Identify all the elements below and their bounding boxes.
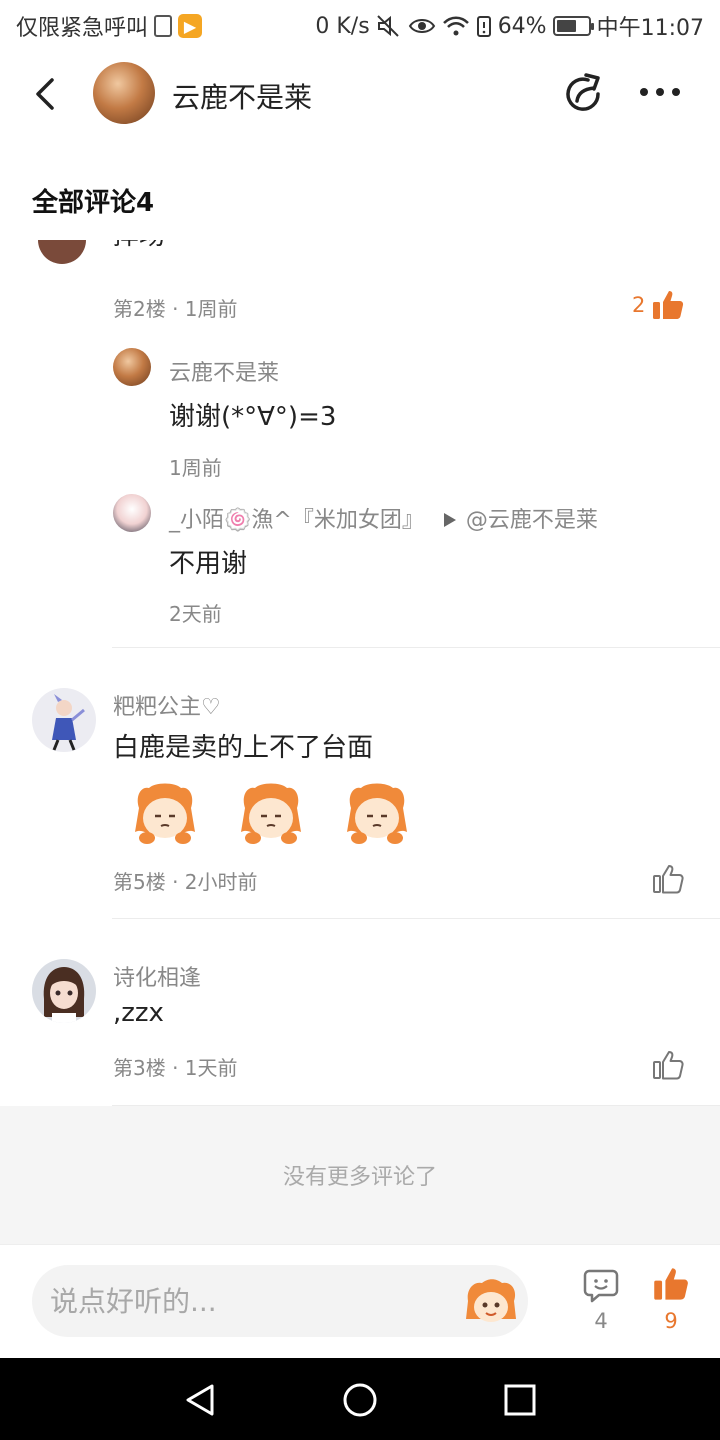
comment-text: 摔场 (113, 240, 165, 264)
triangle-back-icon (186, 1384, 214, 1416)
thumbs-up-icon (653, 865, 684, 894)
comment-meta: 第2楼 · 1周前 (113, 297, 238, 321)
reply-author[interactable]: _小陌🍥漁^『米加女团』 (169, 508, 424, 533)
status-bar: 仅限紧急呼叫 ▶ 0 K/s 64% 中午11:07 (0, 0, 720, 50)
battery-alert-icon (476, 14, 492, 38)
back-button[interactable] (28, 74, 64, 114)
dot-icon (640, 88, 648, 96)
avatar[interactable] (38, 240, 86, 264)
eye-icon (408, 14, 436, 38)
circle-home-icon (343, 1383, 377, 1417)
like-count: 9 (664, 1309, 678, 1333)
nav-back-button[interactable] (180, 1380, 220, 1420)
reply-text: 不用谢 (169, 549, 248, 579)
document-icon (154, 15, 173, 37)
avatar[interactable] (32, 688, 96, 752)
sticker-icon (135, 783, 195, 844)
reply-mention[interactable]: @云鹿不是莱 (466, 508, 598, 533)
reply-time: 2天前 (169, 602, 222, 626)
comment-text: 白鹿是卖的上不了台面 (113, 733, 374, 763)
mute-icon (376, 14, 402, 38)
thumbs-up-filled-icon (653, 291, 684, 319)
emoji-button[interactable] (462, 1277, 520, 1327)
like-button[interactable]: 2 (632, 288, 685, 322)
sticker-icon (241, 783, 301, 844)
battery-percent: 64% (497, 13, 547, 39)
share-icon (566, 73, 600, 111)
dot-icon (672, 88, 680, 96)
battery-fill (556, 20, 576, 32)
divider (112, 647, 720, 648)
author-name[interactable]: 云鹿不是莱 (172, 76, 312, 116)
comment-bubble-icon (583, 1269, 619, 1303)
comments-button[interactable]: 4 (578, 1267, 624, 1347)
like-button[interactable] (651, 1048, 685, 1082)
comment-author[interactable]: 粑粑公主♡ (113, 689, 221, 721)
reply-text: 谢谢(*°∀°)=3 (169, 402, 337, 432)
dot-icon (656, 88, 664, 96)
nav-recents-button[interactable] (500, 1380, 540, 1420)
more-options-button[interactable] (640, 80, 688, 104)
square-recents-icon (504, 1384, 536, 1416)
network-speed: 0 K/s (315, 13, 370, 39)
thumbs-up-icon (653, 1051, 684, 1080)
battery-icon (552, 16, 594, 36)
status-bar-left: 仅限紧急呼叫 ▶ (16, 10, 203, 42)
mascot-emoji-icon (466, 1279, 516, 1322)
avatar[interactable] (32, 959, 96, 1023)
all-comments-title: 全部评论4 (32, 188, 155, 218)
video-app-icon: ▶ (178, 14, 203, 38)
header: 云鹿不是莱 (0, 52, 720, 132)
comment-meta: 第3楼 · 1天前 (113, 1056, 238, 1080)
reply-author-line: _小陌🍥漁^『米加女团』 @云鹿不是莱 (169, 502, 598, 534)
comment-count: 4 (594, 1309, 608, 1333)
thumbs-up-filled-icon (654, 1268, 688, 1300)
like-post-button[interactable]: 9 (648, 1265, 694, 1347)
nav-home-button[interactable] (340, 1380, 380, 1420)
reply-avatar[interactable] (113, 348, 151, 386)
carrier-text: 仅限紧急呼叫 (16, 16, 149, 41)
comment-author[interactable]: 诗化相逢 (113, 960, 201, 992)
no-more-text: 没有更多评论了 (282, 1165, 437, 1190)
clock: 中午11:07 (596, 16, 704, 41)
no-more-comments: 没有更多评论了 (0, 1106, 720, 1244)
bottom-bar: 4 9 (0, 1244, 720, 1358)
wifi-icon (442, 14, 470, 38)
share-button[interactable] (562, 72, 606, 116)
author-avatar[interactable] (93, 62, 155, 124)
play-arrow-icon (443, 513, 456, 527)
reply-author[interactable]: 云鹿不是莱 (169, 355, 279, 387)
like-count: 2 (632, 293, 646, 317)
avatar-figure (52, 694, 85, 751)
status-bar-right: 0 K/s 64% 中午11:07 (315, 10, 704, 42)
reply-avatar[interactable] (113, 494, 151, 532)
like-button[interactable] (651, 862, 685, 896)
comment-text: ,zzx (113, 998, 164, 1028)
sticker-icon (347, 783, 407, 844)
comment-input[interactable] (32, 1265, 528, 1337)
reply-time: 1周前 (169, 456, 222, 480)
avatar-figure (43, 967, 85, 1023)
comment-meta: 第5楼 · 2小时前 (113, 870, 258, 894)
divider (112, 918, 720, 919)
system-nav-bar (0, 1358, 720, 1440)
chevron-left-icon (36, 78, 54, 110)
